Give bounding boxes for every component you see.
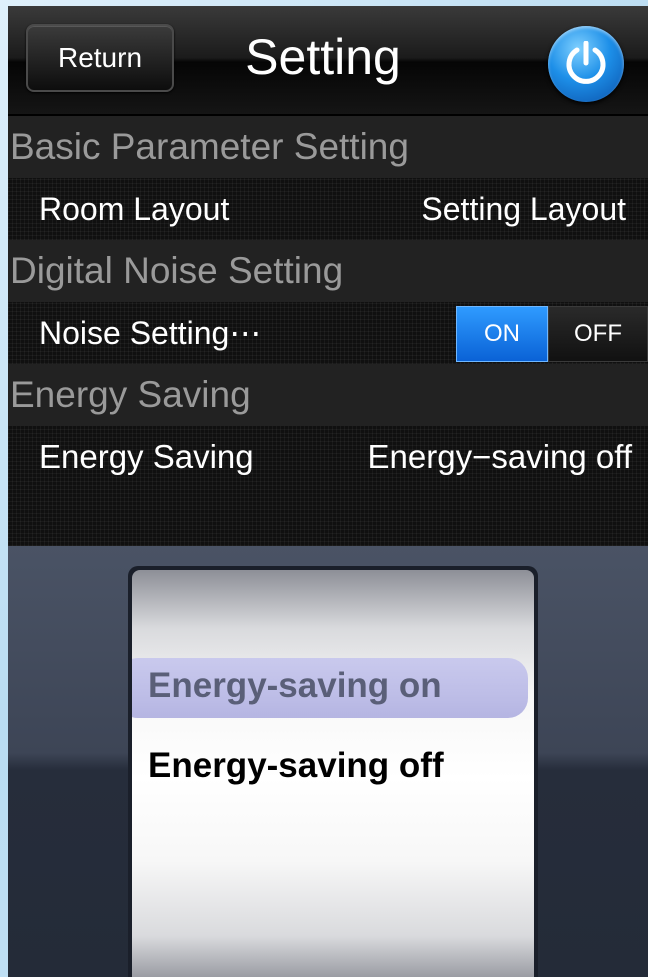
noise-toggle-on[interactable]: ON — [456, 306, 548, 362]
power-button[interactable] — [548, 26, 624, 102]
energy-saving-label: Energy Saving — [39, 438, 254, 475]
picker-frame: Energy-saving on Energy-saving off — [128, 566, 538, 977]
picker-panel: Energy-saving on Energy-saving off — [8, 546, 648, 977]
noise-toggle-off[interactable]: OFF — [548, 306, 648, 362]
room-layout-value[interactable]: Setting Layout — [421, 178, 626, 240]
room-layout-label: Room Layout — [39, 191, 230, 227]
section-basic-parameter: Basic Parameter Setting — [8, 116, 648, 178]
energy-saving-value[interactable]: Energy−saving off — [368, 426, 632, 488]
energy-saving-row[interactable]: Energy Saving Energy−saving off — [8, 426, 648, 546]
noise-toggle[interactable]: ON OFF — [456, 306, 648, 362]
section-digital-noise: Digital Noise Setting — [8, 240, 648, 302]
room-layout-row[interactable]: Room Layout Setting Layout — [8, 178, 648, 240]
page-title: Setting — [245, 29, 401, 85]
return-button[interactable]: Return — [26, 24, 174, 92]
noise-setting-label: Noise Setting⋯ — [39, 315, 262, 351]
energy-saving-picker[interactable]: Energy-saving on Energy-saving off — [132, 570, 534, 977]
power-icon — [566, 41, 606, 84]
settings-screen: Return Setting Basic Parameter Setting R… — [8, 6, 648, 977]
noise-setting-row: Noise Setting⋯ ON OFF — [8, 302, 648, 364]
header-bar: Return Setting — [8, 6, 648, 116]
picker-option-energy-saving-on[interactable]: Energy-saving on — [148, 666, 442, 706]
section-energy-saving: Energy Saving — [8, 364, 648, 426]
picker-option-energy-saving-off[interactable]: Energy-saving off — [148, 746, 444, 786]
